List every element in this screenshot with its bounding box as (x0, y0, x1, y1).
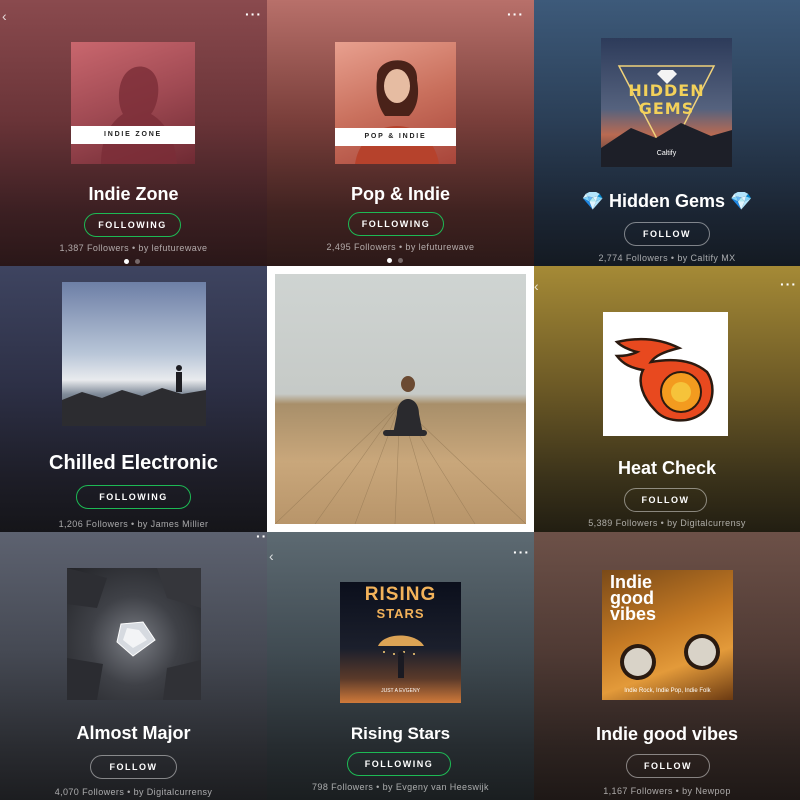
playlist-title: Almost Major (76, 723, 191, 743)
more-options-icon[interactable]: ··· (780, 276, 797, 292)
cover-text: HIDDEN GEMS (628, 81, 705, 118)
following-button[interactable]: FOLLOWING (84, 213, 181, 237)
diamond-rocks-icon (67, 568, 201, 700)
playlist-tile-indie-good-vibes: Indie good vibes Indie Rock, Indie Pop, … (534, 532, 800, 800)
back-icon[interactable]: ‹ (534, 278, 539, 294)
playlist-meta: 1,206 Followers • by James Millier (58, 519, 209, 529)
cover-small-text: Indie Rock, Indie Pop, Indie Folk (624, 688, 711, 694)
cover-label: INDIE ZONE (71, 126, 195, 144)
portrait-silhouette-icon (101, 66, 177, 164)
playlist-cover: RISING STARS JUST A EVGENY (340, 582, 461, 703)
playlist-tile-rising-stars: ‹ RISING STARS JUST A EVGENY Rising Star… (267, 532, 534, 800)
page-dots (387, 258, 403, 263)
playlist-tile-hidden-gems: HIDDEN GEMS Caltify 💎 Hidden Gems 💎 FOLL… (534, 0, 800, 266)
page-dots (124, 259, 140, 264)
floor-planks-icon (275, 376, 526, 524)
playlist-cover (67, 568, 201, 700)
cover-text: Indie good vibes (610, 572, 657, 624)
cover-brand: Caltify (656, 150, 677, 157)
more-options-icon[interactable]: ··· (513, 544, 530, 560)
back-icon[interactable]: ‹ (2, 8, 7, 24)
playlist-collage: ‹ INDIE ZONE Indie Zone FOLLOWING 1,387 … (0, 0, 800, 800)
photo-tile (267, 266, 534, 532)
playlist-meta: 2,495 Followers • by lefuturewave (326, 242, 475, 252)
follow-button[interactable]: FOLLOW (624, 488, 707, 512)
page-dot (398, 258, 403, 263)
more-options-icon[interactable]: ··· (256, 532, 267, 544)
fireball-icon (614, 337, 714, 422)
playlist-meta: 1,167 Followers • by Newpop (603, 786, 731, 796)
page-dot-active (124, 259, 129, 264)
playlist-meta: 5,389 Followers • by Digitalcurrensy (588, 518, 746, 528)
more-options-icon[interactable]: ··· (507, 6, 524, 22)
playlist-meta: 1,387 Followers • by lefuturewave (59, 243, 208, 253)
playlist-cover: POP & INDIE (335, 42, 456, 164)
playlist-tile-almost-major: Almost Major FOLLOW 4,070 Followers • by… (0, 532, 267, 800)
follow-button[interactable]: FOLLOW (624, 222, 710, 246)
back-icon[interactable]: ‹ (269, 548, 274, 564)
page-dot-active (387, 258, 392, 263)
following-button[interactable]: FOLLOWING (348, 212, 444, 236)
cover-label: POP & INDIE (335, 128, 456, 146)
playlist-cover: HIDDEN GEMS Caltify (601, 38, 732, 167)
playlist-meta: 798 Followers • by Evgeny van Heeswijk (312, 782, 489, 792)
playlist-tile-chilled-electronic: Chilled Electronic FOLLOWING 1,206 Follo… (0, 266, 267, 532)
playlist-title: 💎 Hidden Gems 💎 (581, 191, 753, 211)
playlist-cover: INDIE ZONE (71, 42, 195, 164)
cover-text-bottom: STARS (376, 606, 425, 621)
more-options-icon[interactable]: ··· (245, 6, 262, 22)
cover-small-text: JUST A EVGENY (381, 688, 420, 694)
playlist-meta: 4,070 Followers • by Digitalcurrensy (54, 787, 213, 797)
playlist-title: Heat Check (617, 458, 717, 478)
playlist-title: Chilled Electronic (49, 452, 218, 474)
follow-button[interactable]: FOLLOW (626, 754, 710, 778)
coast-landscape-icon (62, 365, 206, 426)
room-photo (275, 274, 526, 524)
follow-button[interactable]: FOLLOW (90, 755, 177, 779)
playlist-tile-heat-check: ‹ Heat Check FOLLOW 5,389 Followers • by… (534, 266, 800, 532)
playlist-title: Indie good vibes (595, 724, 738, 744)
playlist-cover (603, 312, 728, 436)
playlist-title: Rising Stars (350, 724, 451, 743)
playlist-cover: Indie good vibes Indie Rock, Indie Pop, … (602, 570, 733, 700)
playlist-tile-indie-zone: ‹ INDIE ZONE Indie Zone FOLLOWING 1,387 … (0, 0, 267, 266)
playlist-tile-pop-indie: POP & INDIE Pop & Indie FOLLOWING 2,495 … (267, 0, 534, 266)
playlist-title: Pop & Indie (351, 184, 450, 204)
following-button[interactable]: FOLLOWING (76, 485, 191, 509)
playlist-cover (62, 282, 206, 426)
cover-text-top: RISING (364, 584, 437, 605)
playlist-title: Indie Zone (88, 184, 179, 204)
following-button[interactable]: FOLLOWING (347, 752, 451, 776)
playlist-meta: 2,774 Followers • by Caltify MX (598, 253, 736, 263)
page-dot (135, 259, 140, 264)
